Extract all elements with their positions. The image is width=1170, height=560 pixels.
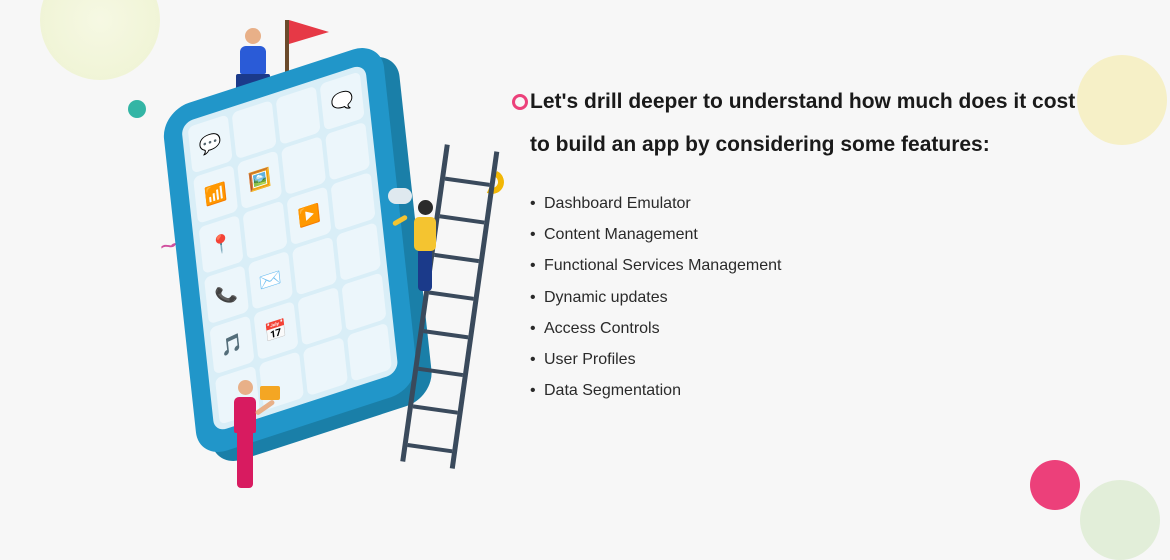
- list-item: Functional Services Management: [530, 250, 1090, 281]
- feature-list: Dashboard Emulator Content Management Fu…: [530, 188, 1090, 406]
- tablet-screen: 💬 🗨️ 📶 🖼️ 📍 ▶️ 📞 ✉️ 🎵 📅: [181, 64, 399, 433]
- app-icon-blank: [259, 351, 304, 410]
- app-icon-message: 🗨️: [320, 71, 365, 130]
- app-icon-calendar: 📅: [253, 301, 298, 360]
- app-icon-blank: [292, 236, 337, 295]
- app-icon-blank: [303, 337, 348, 396]
- list-item: Data Segmentation: [530, 375, 1090, 406]
- app-icon-chat: 💬: [188, 114, 233, 173]
- decor-circle-green: [1080, 480, 1160, 560]
- person-standing: [220, 380, 265, 500]
- app-icon-blank: [297, 287, 342, 346]
- hero-illustration: 💬 🗨️ 📶 🖼️ 📍 ▶️ 📞 ✉️ 🎵 📅: [180, 50, 460, 510]
- tablet-device: 💬 🗨️ 📶 🖼️ 📍 ▶️ 📞 ✉️ 🎵 📅: [161, 40, 419, 459]
- list-item: Content Management: [530, 219, 1090, 250]
- app-icon-blank: [243, 200, 288, 259]
- app-icon-blank: [232, 100, 277, 159]
- decor-circle-pink: [1030, 460, 1080, 510]
- app-icon-blank: [336, 222, 381, 281]
- app-icon-phone: 📞: [204, 265, 249, 324]
- app-icon-wifi: 📶: [193, 164, 238, 223]
- app-icon-blank: [276, 86, 321, 145]
- list-item: Dashboard Emulator: [530, 188, 1090, 219]
- decor-circle-yellowgreen: [40, 0, 160, 80]
- ladder: [400, 144, 499, 469]
- app-icon-mail: ✉️: [248, 251, 293, 310]
- app-icon-blank: [347, 323, 392, 382]
- section-heading: Let's drill deeper to understand how muc…: [530, 80, 1090, 166]
- app-icon-photo: 🖼️: [237, 150, 282, 209]
- app-icon-blank: [281, 136, 326, 195]
- app-icon-pin: 📍: [199, 215, 244, 274]
- app-icon-blank: [341, 272, 386, 331]
- app-icon-blank: [331, 172, 376, 231]
- app-icon-video: ▶️: [287, 186, 332, 245]
- folder-icon: [260, 386, 280, 400]
- app-icon-music: 🎵: [209, 315, 254, 374]
- decor-circle-yellow: [1077, 55, 1167, 145]
- list-item: Dynamic updates: [530, 282, 1090, 313]
- list-item: User Profiles: [530, 344, 1090, 375]
- list-item: Access Controls: [530, 313, 1090, 344]
- decor-dot-teal: [128, 100, 146, 118]
- app-icon-blank: [325, 122, 370, 181]
- person-climbing: [405, 200, 445, 300]
- content-block: Let's drill deeper to understand how muc…: [530, 80, 1090, 406]
